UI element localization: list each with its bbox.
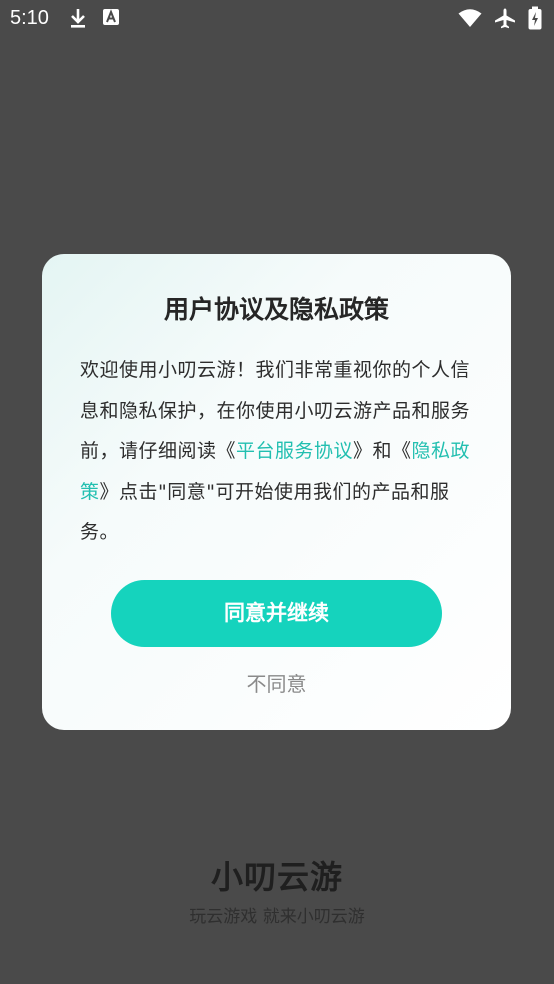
app-name: 小叨云游 [210,858,343,896]
service-agreement-link[interactable]: 平台服务协议 [236,440,353,462]
disagree-button[interactable]: 不同意 [42,668,511,700]
status-left-icons [68,7,120,29]
wifi-icon [458,8,482,28]
agree-continue-button[interactable]: 同意并继续 [111,580,442,647]
body-text-3: 》点击"同意"可开始使用我们的产品和服务。 [80,480,450,544]
battery-icon [528,6,542,30]
status-bar: 5:10 [0,0,554,36]
dialog-body: 欢迎使用小叨云游！我们非常重视你的个人信息和隐私保护，在你使用小叨云游产品和服务… [80,350,476,553]
app-slogan: 玩云游戏 就来小叨云游 [189,907,365,927]
status-time: 5:10 [10,7,49,29]
status-right-icons [458,6,542,30]
body-text-2: 》和《 [353,440,412,462]
privacy-dialog: 用户协议及隐私政策 欢迎使用小叨云游！我们非常重视你的个人信息和隐私保护，在你使… [42,254,511,730]
dialog-title: 用户协议及隐私政策 [163,295,389,324]
download-icon [68,7,88,29]
app-brand: 小叨云游 玩云游戏 就来小叨云游 [0,855,554,929]
a-badge-icon [102,7,120,29]
airplane-mode-icon [494,7,516,29]
